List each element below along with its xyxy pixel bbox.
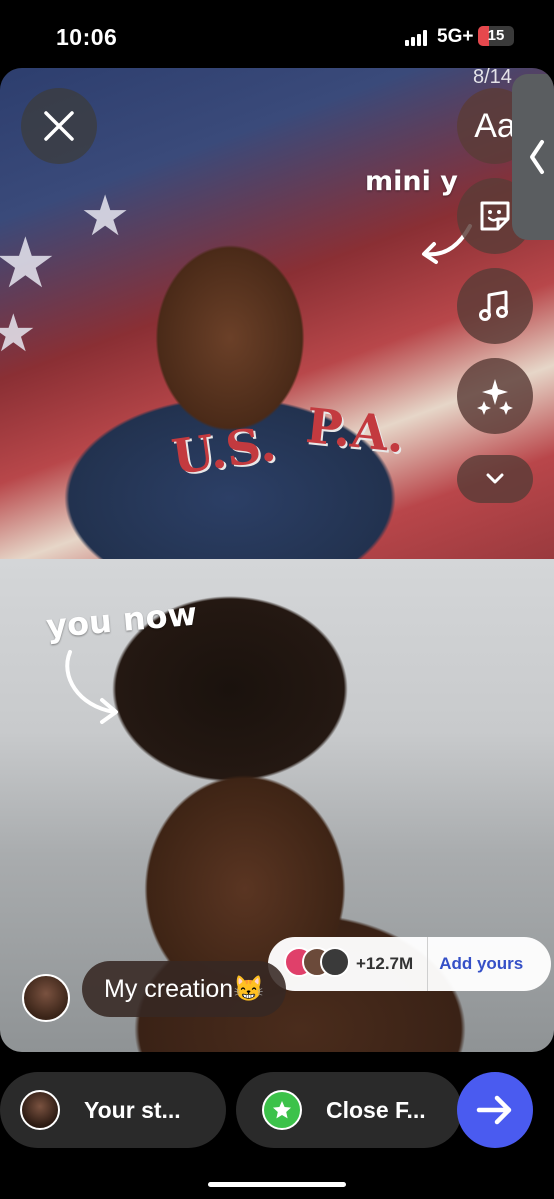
avatar: [20, 1090, 60, 1130]
participant-count: +12.7M: [356, 954, 414, 973]
effects-tool-button[interactable]: [457, 358, 533, 434]
close-button[interactable]: [21, 88, 97, 164]
send-button[interactable]: [457, 1072, 533, 1148]
chevron-down-icon: [486, 473, 504, 484]
jacket-lettering-right: P.A.: [303, 397, 408, 465]
page-indicator: 8/14: [473, 68, 512, 88]
home-indicator[interactable]: [208, 1182, 346, 1187]
sticker-icon: [480, 201, 510, 231]
arrow-sticker-bottom: [65, 650, 118, 724]
sparkles-icon: [477, 379, 513, 415]
text-icon: Aa: [474, 106, 516, 145]
status-time: 10:06: [56, 24, 118, 50]
participant-avatars: [284, 947, 350, 981]
more-tools-button[interactable]: [457, 455, 533, 503]
story-canvas[interactable]: ★ ★ ★ U.S. P.A. mini y you now 8/14 Aa +…: [0, 68, 554, 1052]
network-type: 5G+: [437, 26, 474, 47]
close-icon: [44, 111, 74, 141]
status-bar: 10:06 5G+ 15: [0, 0, 554, 68]
add-yours-sticker[interactable]: +12.7M Add yours: [268, 937, 551, 991]
chevron-left-icon: [530, 140, 544, 174]
close-friends-label: Close F...: [326, 1096, 426, 1123]
music-icon: [479, 290, 508, 321]
share-bar: Your st... Close F...: [0, 1060, 554, 1199]
flag-star-decoration: ★: [80, 184, 131, 247]
side-panel-tab[interactable]: [512, 74, 554, 240]
arrow-right-icon: [476, 1095, 512, 1125]
flag-star-decoration: ★: [0, 305, 37, 363]
share-your-story-button[interactable]: Your st...: [0, 1072, 226, 1148]
share-close-friends-button[interactable]: Close F...: [236, 1072, 462, 1148]
signal-icon: [405, 30, 431, 46]
caption-bubble: My creation😸: [82, 961, 287, 1017]
avatar: [320, 947, 350, 977]
caption-avatar: [22, 974, 70, 1022]
battery-icon: 15: [478, 26, 514, 46]
your-story-label: Your st...: [84, 1096, 181, 1123]
divider: [427, 937, 429, 991]
music-tool-button[interactable]: [457, 268, 533, 344]
star-icon: [262, 1090, 302, 1130]
battery-level: 15: [487, 27, 505, 44]
add-yours-button[interactable]: Add yours: [439, 954, 523, 974]
flag-star-decoration: ★: [0, 224, 57, 302]
jacket-lettering-left: U.S.: [168, 416, 280, 486]
text-sticker-top[interactable]: mini y: [365, 166, 458, 197]
